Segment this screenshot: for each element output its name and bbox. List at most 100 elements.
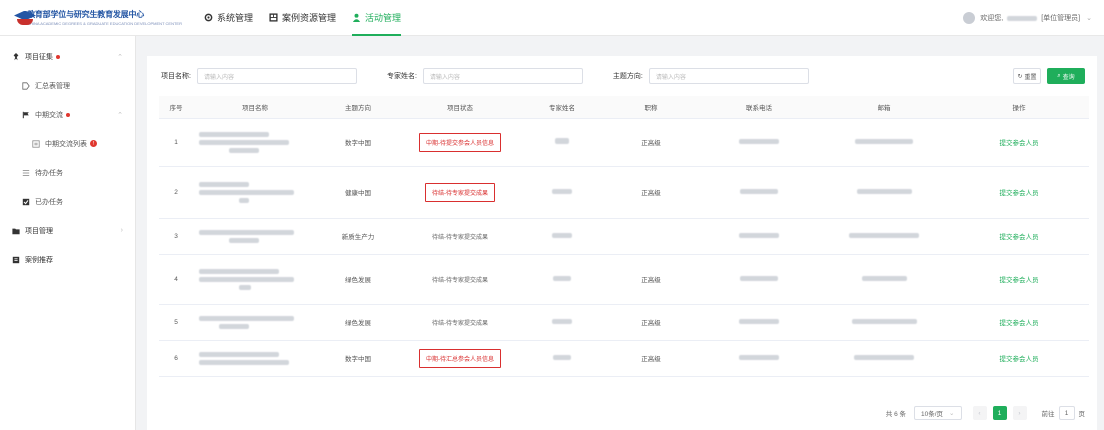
sidebar-item-midterm-list[interactable]: 中期交流列表! xyxy=(0,129,135,158)
status-cell: 待结-待专家提交成果 xyxy=(399,218,521,255)
nav-activity-management[interactable]: 活动管理 xyxy=(344,0,409,36)
submit-attendees-link[interactable]: 提交参会人员 xyxy=(1000,277,1039,284)
grid-icon xyxy=(269,13,278,22)
submit-attendees-link[interactable]: 提交参会人员 xyxy=(1000,320,1039,327)
gear-icon xyxy=(204,13,213,22)
sidebar-item-todo[interactable]: 待办任务 xyxy=(0,158,135,187)
table-row: 4 绿色发展 待结-待专家提交成果 正高级 提交参会人员 xyxy=(159,254,1089,305)
table-row: 6 数字中国 中期-待汇总参会人员信息 正高级 提交参会人员 xyxy=(159,340,1089,377)
submit-attendees-link[interactable]: 提交参会人员 xyxy=(1000,234,1039,241)
table-header-row: 序号 项目名称 主题方向 项目状态 专家姓名 职称 联系电话 邮箱 操作 xyxy=(159,96,1089,119)
project-name-redacted xyxy=(193,340,317,377)
search-button[interactable]: ⌕ 查询 xyxy=(1047,68,1085,84)
logo-mark-icon xyxy=(12,10,36,26)
sidebar-item-project-management[interactable]: 项目管理 › xyxy=(0,216,135,245)
title-cell: 正高级 xyxy=(603,304,699,341)
goto-page-input[interactable]: 1 xyxy=(1058,406,1075,420)
chevron-right-icon: › xyxy=(1018,409,1021,417)
row-number: 6 xyxy=(159,340,193,377)
row-number: 2 xyxy=(159,166,193,219)
pin-icon xyxy=(13,52,19,60)
search-icon: ⌕ xyxy=(1057,72,1061,79)
phone-redacted xyxy=(699,218,819,255)
sidebar-item-done[interactable]: 已办任务 xyxy=(0,187,135,216)
status-badge: 待结-待专家提交成果 xyxy=(432,320,488,327)
nav-case-resource-management[interactable]: 案例资源管理 xyxy=(261,0,344,36)
next-page-button[interactable]: › xyxy=(1012,406,1027,420)
project-name-redacted xyxy=(193,254,317,305)
expert-name-redacted xyxy=(521,340,603,377)
email-redacted xyxy=(819,218,949,255)
user-menu[interactable]: 欢迎您, [单位管理员] ⌄ xyxy=(963,0,1092,36)
action-cell: 提交参会人员 xyxy=(949,166,1089,219)
book-icon xyxy=(12,256,20,263)
submit-attendees-link[interactable]: 提交参会人员 xyxy=(1000,356,1039,363)
page-number-current[interactable]: 1 xyxy=(992,406,1007,420)
status-cell: 中期-待提交参会人员信息 xyxy=(399,118,521,167)
sidebar-item-label: 汇总表管理 xyxy=(35,82,70,90)
main-nav: 系统管理 案例资源管理 活动管理 xyxy=(196,0,409,36)
theme-cell: 绿色发展 xyxy=(317,304,399,341)
expert-name-label: 专家姓名: xyxy=(386,73,417,80)
sidebar-item-summary-table[interactable]: 汇总表管理 xyxy=(0,71,135,100)
reset-button[interactable]: ↻ 重置 xyxy=(1013,68,1041,84)
page-size-select[interactable]: 10条/页 ⌄ xyxy=(914,406,962,420)
sidebar-item-label: 中期交流 xyxy=(35,111,63,119)
column-header: 联系电话 xyxy=(699,96,819,119)
project-table: 序号 项目名称 主题方向 项目状态 专家姓名 职称 联系电话 邮箱 操作 1 数… xyxy=(159,96,1089,377)
sidebar-item-case-recommend[interactable]: 案例推荐 xyxy=(0,245,135,274)
expert-name-input[interactable]: 请输入内容 xyxy=(422,68,583,84)
title-cell xyxy=(603,218,699,255)
chevron-down-icon: ⌄ xyxy=(949,410,955,417)
submit-attendees-link[interactable]: 提交参会人员 xyxy=(1000,190,1039,197)
phone-redacted xyxy=(699,340,819,377)
expert-name-filter: 专家姓名: 请输入内容 xyxy=(387,68,583,84)
status-badge: 待结-待专家提交成果 xyxy=(425,182,495,202)
email-redacted xyxy=(819,304,949,341)
todo-icon xyxy=(22,169,30,176)
chevron-up-icon: ⌃ xyxy=(117,111,123,119)
status-cell: 中期-待汇总参会人员信息 xyxy=(399,340,521,377)
status-badge: 中期-待提交参会人员信息 xyxy=(419,132,501,152)
expert-name-redacted xyxy=(521,166,603,219)
status-cell: 待结-待专家提交成果 xyxy=(399,304,521,341)
theme-input[interactable]: 请输入内容 xyxy=(648,68,809,84)
sidebar-item-label: 已办任务 xyxy=(35,198,63,206)
prev-page-button[interactable]: ‹ xyxy=(972,406,987,420)
top-navbar: 教育部学位与研究生教育发展中心 CHINA ACADEMIC DEGREES &… xyxy=(0,0,1104,36)
done-icon xyxy=(22,198,30,205)
column-header: 项目名称 xyxy=(193,96,317,119)
email-redacted xyxy=(819,340,949,377)
theme-cell: 数字中国 xyxy=(317,118,399,167)
action-cell: 提交参会人员 xyxy=(949,340,1089,377)
action-cell: 提交参会人员 xyxy=(949,118,1089,167)
submit-attendees-link[interactable]: 提交参会人员 xyxy=(1000,140,1039,147)
expert-name-redacted xyxy=(521,304,603,341)
page-size-value: 10条/页 xyxy=(921,411,944,418)
action-cell: 提交参会人员 xyxy=(949,254,1089,305)
chevron-up-icon: ⌃ xyxy=(117,53,123,61)
project-name-input[interactable]: 请输入内容 xyxy=(196,68,357,84)
table-row: 5 绿色发展 待结-待专家提交成果 正高级 提交参会人员 xyxy=(159,304,1089,341)
sidebar-item-label: 项目征集 xyxy=(25,53,53,61)
title-cell: 正高级 xyxy=(603,118,699,167)
action-cell: 提交参会人员 xyxy=(949,218,1089,255)
project-name-redacted xyxy=(193,166,317,219)
reset-label: 重置 xyxy=(1024,74,1037,81)
user-name-redacted xyxy=(1007,15,1038,21)
project-name-redacted xyxy=(193,218,317,255)
expert-name-redacted xyxy=(521,254,603,305)
column-header: 职称 xyxy=(603,96,699,119)
sidebar-item-label: 案例推荐 xyxy=(25,256,53,264)
logo[interactable]: 教育部学位与研究生教育发展中心 CHINA ACADEMIC DEGREES &… xyxy=(12,9,182,26)
title-cell: 正高级 xyxy=(603,340,699,377)
sidebar-item-midterm-exchange[interactable]: 中期交流 ⌃ xyxy=(0,100,135,129)
phone-redacted xyxy=(699,166,819,219)
phone-redacted xyxy=(699,254,819,305)
nav-label: 系统管理 xyxy=(217,13,254,23)
status-cell: 待结-待专家提交成果 xyxy=(399,254,521,305)
refresh-icon: ↻ xyxy=(1017,73,1023,80)
nav-system-management[interactable]: 系统管理 xyxy=(196,0,261,36)
email-redacted xyxy=(819,118,949,167)
sidebar-item-project-collection[interactable]: 项目征集 ⌃ xyxy=(0,42,135,71)
